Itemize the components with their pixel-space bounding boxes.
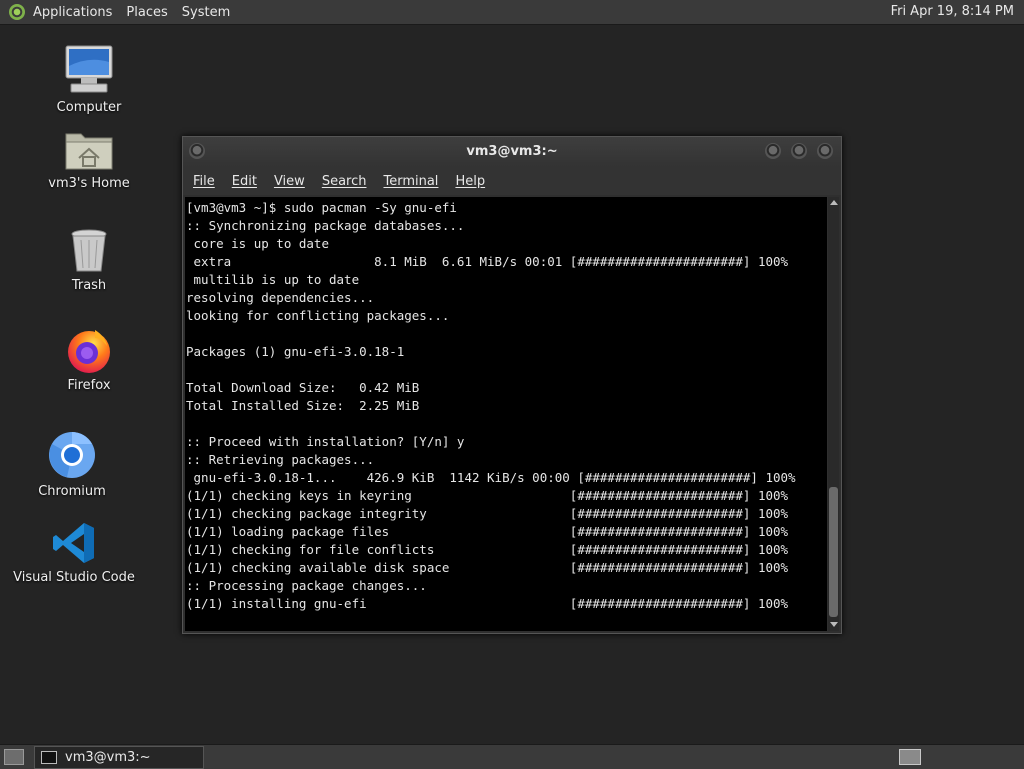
terminal-line: (1/1) installing gnu-efi [##############… bbox=[186, 596, 789, 611]
desktop-icon-computer[interactable]: Computer bbox=[24, 44, 154, 115]
taskbar-window-label: vm3@vm3:~ bbox=[65, 750, 151, 765]
trash-icon bbox=[71, 229, 107, 272]
terminal-line: :: Retrieving packages... bbox=[186, 452, 375, 467]
computer-icon bbox=[65, 45, 113, 93]
workspace-switcher[interactable] bbox=[899, 749, 921, 765]
close-icon[interactable] bbox=[817, 143, 833, 159]
firefox-icon bbox=[68, 330, 110, 373]
terminal-line: Total Download Size: 0.42 MiB bbox=[186, 380, 420, 395]
bottom-panel: vm3@vm3:~ bbox=[0, 744, 1024, 769]
terminal-line: (1/1) checking for file conflicts [#####… bbox=[186, 542, 789, 557]
menu-applications[interactable]: Applications bbox=[33, 5, 112, 20]
terminal-line: (1/1) loading package files [###########… bbox=[186, 524, 789, 539]
terminal-icon bbox=[41, 751, 57, 764]
terminal-line: resolving dependencies... bbox=[186, 290, 375, 305]
menu-search[interactable]: Search bbox=[322, 174, 367, 189]
desktop-icon-label: Computer bbox=[56, 100, 122, 115]
terminal-output: [vm3@vm3 ~]$ sudo pacman -Sy gnu-efi:: S… bbox=[185, 197, 827, 613]
terminal-line: extra 8.1 MiB 6.61 MiB/s 00:01 [########… bbox=[186, 254, 789, 269]
terminal-screen[interactable]: [vm3@vm3 ~]$ sudo pacman -Sy gnu-efi:: S… bbox=[185, 197, 827, 631]
terminal-line: :: Proceed with installation? [Y/n] y bbox=[186, 434, 465, 449]
terminal-menubar: File Edit View Search Terminal Help bbox=[183, 167, 841, 195]
desktop-icon-label: Chromium bbox=[38, 484, 106, 499]
desktop-icon-label: Visual Studio Code bbox=[13, 570, 135, 585]
terminal-window[interactable]: vm3@vm3:~ File Edit View Search Terminal… bbox=[182, 136, 842, 634]
terminal-line: (1/1) checking keys in keyring [########… bbox=[186, 488, 789, 503]
menu-places[interactable]: Places bbox=[126, 5, 167, 20]
scroll-down-icon[interactable] bbox=[830, 622, 838, 627]
desktop-icon-label: Firefox bbox=[67, 378, 111, 393]
terminal-line: (1/1) checking package integrity [######… bbox=[186, 506, 789, 521]
menu-system[interactable]: System bbox=[182, 5, 230, 20]
menu-edit[interactable]: Edit bbox=[232, 174, 257, 189]
desktop-icon-vscode[interactable]: Visual Studio Code bbox=[9, 520, 139, 585]
home-folder-icon bbox=[65, 133, 113, 170]
scrollbar-thumb[interactable] bbox=[829, 487, 838, 617]
distro-logo-icon[interactable] bbox=[9, 4, 25, 20]
terminal-line: :: Synchronizing package databases... bbox=[186, 218, 465, 233]
menu-terminal[interactable]: Terminal bbox=[383, 174, 438, 189]
menu-file[interactable]: File bbox=[193, 174, 215, 189]
terminal-line: (1/1) checking available disk space [###… bbox=[186, 560, 789, 575]
desktop-icon-home[interactable]: vm3's Home bbox=[24, 128, 154, 191]
terminal-line: Total Installed Size: 2.25 MiB bbox=[186, 398, 420, 413]
terminal-line: gnu-efi-3.0.18-1... 426.9 KiB 1142 KiB/s… bbox=[186, 470, 796, 485]
show-desktop-icon[interactable] bbox=[4, 749, 24, 765]
vscode-icon bbox=[53, 523, 94, 563]
maximize-icon[interactable] bbox=[791, 143, 807, 159]
scroll-up-icon[interactable] bbox=[830, 200, 838, 205]
window-titlebar[interactable]: vm3@vm3:~ bbox=[183, 137, 841, 167]
taskbar-window-button[interactable]: vm3@vm3:~ bbox=[34, 746, 204, 769]
chromium-icon bbox=[49, 432, 95, 478]
terminal-scrollbar[interactable] bbox=[828, 197, 839, 631]
terminal-line: multilib is up to date bbox=[186, 272, 360, 287]
minimize-icon[interactable] bbox=[765, 143, 781, 159]
window-menu-icon[interactable] bbox=[189, 143, 205, 159]
menu-view[interactable]: View bbox=[274, 174, 305, 189]
top-panel: Applications Places System Fri Apr 19, 8… bbox=[0, 0, 1024, 25]
terminal-line: Packages (1) gnu-efi-3.0.18-1 bbox=[186, 344, 405, 359]
terminal-line: :: Processing package changes... bbox=[186, 578, 427, 593]
desktop-icon-label: Trash bbox=[71, 278, 107, 293]
desktop-icon-firefox[interactable]: Firefox bbox=[24, 326, 154, 393]
terminal-line: core is up to date bbox=[186, 236, 329, 251]
terminal-line: looking for conflicting packages... bbox=[186, 308, 450, 323]
window-title: vm3@vm3:~ bbox=[466, 144, 558, 159]
terminal-line: [vm3@vm3 ~]$ sudo pacman -Sy gnu-efi bbox=[186, 200, 457, 215]
desktop-icon-chromium[interactable]: Chromium bbox=[7, 430, 137, 499]
menu-help[interactable]: Help bbox=[455, 174, 485, 189]
desktop-icon-trash[interactable]: Trash bbox=[24, 228, 154, 293]
clock[interactable]: Fri Apr 19, 8:14 PM bbox=[891, 4, 1014, 19]
desktop-icon-label: vm3's Home bbox=[48, 176, 130, 191]
